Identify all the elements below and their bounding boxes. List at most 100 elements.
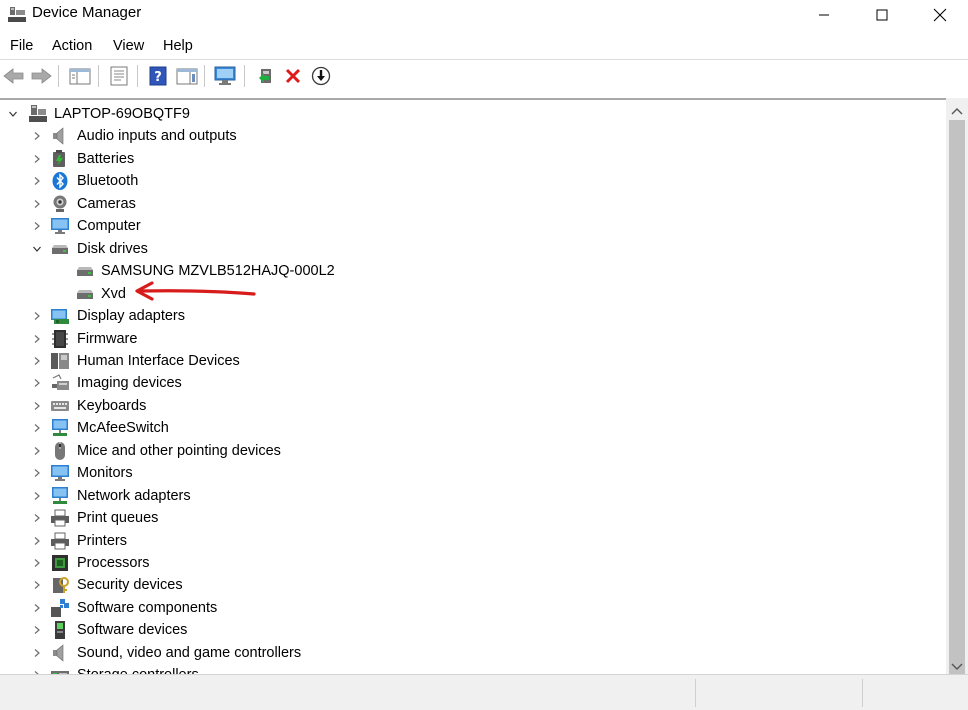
chevron-down-icon[interactable]: [31, 243, 43, 255]
tree-category-label: Software components: [77, 599, 218, 616]
tree-root-label: LAPTOP-69OBQTF9: [54, 106, 190, 122]
help-icon[interactable]: ?: [146, 64, 170, 88]
computer-root-icon: [28, 104, 48, 124]
chevron-right-icon[interactable]: [31, 377, 43, 389]
menu-divider: [0, 59, 968, 60]
chevron-right-icon[interactable]: [31, 467, 43, 479]
speaker-icon: [50, 126, 70, 146]
chevron-right-icon[interactable]: [31, 198, 43, 210]
speaker-icon: [50, 643, 70, 663]
tree-category-label: McAfeeSwitch: [77, 420, 169, 437]
menu-view[interactable]: View: [113, 38, 144, 54]
tree-category-label: Audio inputs and outputs: [77, 128, 237, 145]
chevron-right-icon[interactable]: [31, 130, 43, 142]
tree-category-display-adapters[interactable]: Display adapters: [0, 305, 940, 327]
tree-category-label: Human Interface Devices: [77, 352, 240, 369]
tree-category-cameras[interactable]: Cameras: [0, 193, 940, 215]
tree-category-label: Security devices: [77, 577, 183, 594]
menu-help[interactable]: Help: [163, 38, 193, 54]
mouse-icon: [50, 441, 70, 461]
tree-category-disk-drives[interactable]: Disk drives: [0, 238, 940, 260]
scrollbar-thumb[interactable]: [949, 120, 965, 678]
chevron-right-icon[interactable]: [31, 490, 43, 502]
update-driver-icon[interactable]: [254, 64, 278, 88]
back-arrow-icon[interactable]: [2, 64, 26, 88]
tree-category-print-queues[interactable]: Print queues: [0, 507, 940, 529]
status-bar-section: [695, 679, 696, 707]
svg-text:?: ?: [154, 70, 162, 85]
disk-drive-icon: [75, 261, 95, 281]
disable-device-icon[interactable]: [309, 64, 333, 88]
toolbar-separator: [137, 65, 138, 87]
device-tree: LAPTOP-69OBQTF9 Audio inputs and outputs B…: [0, 98, 946, 674]
software-component-icon: [50, 598, 70, 618]
chevron-right-icon[interactable]: [31, 647, 43, 659]
show-hide-console-tree-icon[interactable]: [68, 64, 92, 88]
tree-category-security-devices[interactable]: Security devices: [0, 574, 940, 596]
tree-category-software-components[interactable]: Software components: [0, 597, 940, 619]
toolbar-separator: [98, 65, 99, 87]
tree-category-sound-video-and-game-controllers[interactable]: Sound, video and game controllers: [0, 642, 940, 664]
tree-device-samsung-mzvlb512hajq-000l2[interactable]: SAMSUNG MZVLB512HAJQ-000L2: [0, 260, 940, 282]
chevron-right-icon[interactable]: [31, 602, 43, 614]
camera-icon: [50, 194, 70, 214]
vertical-scrollbar[interactable]: [946, 98, 968, 678]
tree-category-monitors[interactable]: Monitors: [0, 462, 940, 484]
tree-category-label: Firmware: [77, 330, 138, 347]
bluetooth-icon: [50, 171, 70, 191]
tree-category-network-adapters[interactable]: Network adapters: [0, 485, 940, 507]
battery-icon: [50, 149, 70, 169]
chevron-right-icon[interactable]: [31, 220, 43, 232]
tree-category-computer[interactable]: Computer: [0, 215, 940, 237]
tree-category-printers[interactable]: Printers: [0, 530, 940, 552]
properties-icon[interactable]: [107, 64, 131, 88]
tree-category-mice-and-other-pointing-devices[interactable]: Mice and other pointing devices: [0, 440, 940, 462]
tree-category-firmware[interactable]: Firmware: [0, 328, 940, 350]
menu-action[interactable]: Action: [52, 38, 92, 54]
device-manager-app-icon: [8, 6, 26, 23]
close-button[interactable]: [911, 0, 968, 30]
keyboard-icon: [50, 396, 70, 416]
chevron-right-icon[interactable]: [31, 512, 43, 524]
chevron-right-icon[interactable]: [31, 535, 43, 547]
chevron-right-icon[interactable]: [31, 153, 43, 165]
window-title: Device Manager: [32, 4, 142, 21]
tree-category-label: Cameras: [77, 195, 136, 212]
printer-icon: [50, 508, 70, 528]
chevron-right-icon[interactable]: [31, 400, 43, 412]
tree-device-label: Xvd: [101, 285, 126, 302]
disk-drive-icon: [75, 284, 95, 304]
tree-category-label: Batteries: [77, 150, 135, 167]
chevron-right-icon[interactable]: [31, 355, 43, 367]
tree-category-mcafeeswitch[interactable]: McAfeeSwitch: [0, 417, 940, 439]
tree-category-imaging-devices[interactable]: Imaging devices: [0, 372, 940, 394]
chevron-right-icon[interactable]: [31, 422, 43, 434]
chevron-right-icon[interactable]: [31, 175, 43, 187]
minimize-button[interactable]: [795, 0, 853, 30]
tree-category-software-devices[interactable]: Software devices: [0, 619, 940, 641]
monitor-icon: [50, 216, 70, 236]
forward-arrow-icon[interactable]: [29, 64, 53, 88]
chevron-right-icon[interactable]: [31, 333, 43, 345]
chevron-right-icon[interactable]: [31, 557, 43, 569]
chevron-right-icon[interactable]: [31, 310, 43, 322]
menu-file[interactable]: File: [10, 38, 33, 54]
tree-category-processors[interactable]: Processors: [0, 552, 940, 574]
chevron-right-icon[interactable]: [31, 445, 43, 457]
chevron-right-icon[interactable]: [31, 579, 43, 591]
hid-icon: [50, 351, 70, 371]
maximize-button[interactable]: [853, 0, 911, 30]
tree-root-computer[interactable]: LAPTOP-69OBQTF9: [0, 103, 940, 125]
tree-category-batteries[interactable]: Batteries: [0, 148, 940, 170]
uninstall-device-icon[interactable]: [281, 64, 305, 88]
chevron-right-icon[interactable]: [31, 624, 43, 636]
tree-category-storage-controllers[interactable]: Storage controllers: [0, 664, 940, 674]
action-pane-icon[interactable]: [175, 64, 199, 88]
chevron-down-icon[interactable]: [7, 108, 19, 120]
tree-device-xvd[interactable]: Xvd: [0, 283, 940, 305]
tree-category-audio-inputs-and-outputs[interactable]: Audio inputs and outputs: [0, 125, 940, 147]
scan-hardware-icon[interactable]: [213, 64, 237, 88]
tree-category-bluetooth[interactable]: Bluetooth: [0, 170, 940, 192]
tree-category-human-interface-devices[interactable]: Human Interface Devices: [0, 350, 940, 372]
tree-category-keyboards[interactable]: Keyboards: [0, 395, 940, 417]
